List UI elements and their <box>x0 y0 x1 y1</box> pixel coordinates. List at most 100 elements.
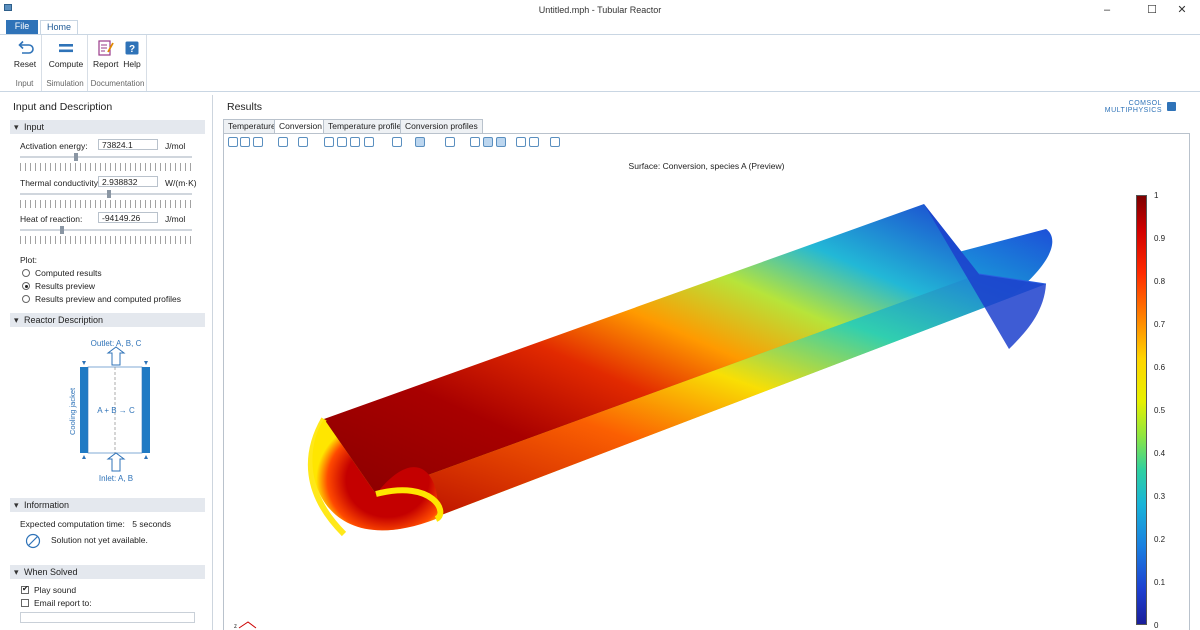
thermal-conductivity-input[interactable] <box>98 176 158 187</box>
jacket-right <box>142 367 150 453</box>
reset-label: Reset <box>13 59 37 69</box>
expected-time-text: Expected computation time: <box>20 519 125 529</box>
play-sound-label: Play sound <box>34 585 77 595</box>
slider-thumb[interactable] <box>74 153 78 161</box>
reset-button[interactable]: Reset <box>10 39 40 69</box>
radio-icon[interactable] <box>22 295 30 303</box>
panel-title: Input and Description <box>13 101 113 113</box>
slider-thumb[interactable] <box>60 226 64 234</box>
plot-label: Plot: <box>20 255 38 265</box>
tab-home[interactable]: Home <box>40 20 78 34</box>
minimize-button[interactable]: – <box>1092 2 1122 18</box>
plot-option-1[interactable]: Computed results <box>22 268 102 278</box>
report-label: Report <box>93 59 119 69</box>
plot-option-3[interactable]: Results preview and computed profiles <box>22 294 181 304</box>
play-sound-check-icon[interactable] <box>21 584 29 594</box>
slider-thumb[interactable] <box>107 190 111 198</box>
report-icon <box>98 40 114 56</box>
compute-label: Compute <box>48 59 84 69</box>
results-tab-2[interactable]: Conversion <box>274 119 327 134</box>
reactor-diagram: Outlet: A, B, C A + B → C Cooling jacket… <box>66 335 166 485</box>
play-sound-checkbox[interactable]: Play sound <box>21 584 77 595</box>
plot-option-label: Results preview and computed profiles <box>35 294 181 304</box>
tubular-reactor-surface-plot[interactable] <box>224 134 1190 630</box>
group-label-documentation: Documentation <box>90 79 145 88</box>
activation-energy-tick-row <box>20 163 192 171</box>
results-panel: Results COMSOL MULTIPHYSICS Temperature C… <box>215 95 1200 630</box>
graphics-window[interactable]: Surface: Conversion, species A (Preview) <box>223 133 1190 630</box>
jacket-label: Cooling jacket <box>68 387 77 435</box>
section-when-solved-header[interactable]: When Solved <box>10 565 205 579</box>
plot-option-label: Computed results <box>35 268 102 278</box>
email-input[interactable] <box>20 612 195 623</box>
colorbar-tick-label: 0.6 <box>1154 363 1166 372</box>
logo-line-2: MULTIPHYSICS <box>1104 107 1162 114</box>
results-tab-3[interactable]: Temperature profiles <box>323 119 411 133</box>
activation-energy-unit: J/mol <box>165 141 186 151</box>
no-solution-icon <box>25 533 41 549</box>
colorbar-tick-label: 0.9 <box>1154 234 1166 243</box>
comsol-logo: COMSOL MULTIPHYSICS <box>1088 100 1178 116</box>
plot-option-label: Results preview <box>35 281 95 291</box>
colorbar <box>1136 195 1147 625</box>
results-tab-1[interactable]: Temperature <box>223 119 281 133</box>
title-bar: Untitled.mph - Tubular Reactor – ☐ ✕ <box>0 0 1200 20</box>
report-button[interactable]: Report <box>93 39 119 69</box>
compute-icon <box>59 44 73 53</box>
radio-icon[interactable] <box>22 282 30 290</box>
slider-ticks <box>20 163 192 171</box>
reactor-diagram-svg: Outlet: A, B, C A + B → C Cooling jacket… <box>68 339 150 483</box>
email-report-checkbox[interactable]: Email report to: <box>21 598 92 608</box>
jacket-flow-in-left-icon <box>82 455 86 459</box>
logo-mark-icon <box>1167 102 1176 111</box>
ribbon-group-input: Reset Input <box>8 35 42 91</box>
outlet-arrow-icon <box>106 346 126 366</box>
svg-text:?: ? <box>129 44 135 55</box>
colorbar-tick-label: 0.4 <box>1154 449 1166 458</box>
inlet-label: Inlet: A, B <box>99 474 133 483</box>
help-label: Help <box>123 59 141 69</box>
slider-track <box>20 193 192 195</box>
heat-of-reaction-input[interactable] <box>98 212 158 223</box>
close-button[interactable]: ✕ <box>1167 2 1197 18</box>
window-title: Untitled.mph - Tubular Reactor <box>538 5 662 15</box>
slider-ticks <box>20 236 192 244</box>
jacket-flow-in-right-icon <box>144 455 148 459</box>
compute-button[interactable]: Compute <box>47 39 85 69</box>
ribbon-group-simulation: Compute Simulation <box>43 35 88 91</box>
email-report-check-icon[interactable] <box>21 599 29 607</box>
colorbar-tick-label: 0 <box>1154 621 1159 630</box>
help-icon: ? <box>125 41 139 55</box>
ribbon-group-documentation: Report ? Help Documentation <box>89 35 147 91</box>
tab-file[interactable]: File <box>6 20 38 34</box>
section-input-header[interactable]: Input <box>10 120 205 134</box>
activation-energy-slider[interactable] <box>20 153 192 161</box>
results-title: Results <box>227 101 263 113</box>
reset-icon <box>18 40 34 54</box>
slider-ticks <box>20 200 192 208</box>
help-button[interactable]: ? Help <box>121 39 143 69</box>
colorbar-tick-label: 0.8 <box>1154 277 1166 286</box>
section-reactor-header[interactable]: Reactor Description <box>10 313 205 327</box>
activation-energy-label: Activation energy: <box>20 141 88 151</box>
thermal-conductivity-slider[interactable] <box>20 190 192 198</box>
heat-of-reaction-label: Heat of reaction: <box>20 214 83 224</box>
maximize-button[interactable]: ☐ <box>1137 2 1167 18</box>
activation-energy-input[interactable] <box>98 139 158 150</box>
jacket-left <box>80 367 88 453</box>
expected-time-label: Expected computation time: 5 seconds <box>20 519 171 529</box>
heat-of-reaction-slider[interactable] <box>20 226 192 234</box>
slider-track <box>20 229 192 231</box>
ribbon: Reset Input Compute Simulation Report ? … <box>0 34 1200 92</box>
solution-status: Solution not yet available. <box>51 535 148 545</box>
plot-option-2[interactable]: Results preview <box>22 281 95 291</box>
section-information-header[interactable]: Information <box>10 498 205 512</box>
expected-time-value: 5 seconds <box>132 519 172 529</box>
results-tab-4[interactable]: Conversion profiles <box>400 119 483 133</box>
thermal-conductivity-tick-row <box>20 200 192 208</box>
colorbar-tick-label: 0.3 <box>1154 492 1166 501</box>
radio-icon[interactable] <box>22 269 30 277</box>
input-description-panel: Input and Description Input Activation e… <box>0 95 213 630</box>
group-label-input: Input <box>15 79 34 88</box>
jacket-flow-out-right-icon <box>144 361 148 365</box>
